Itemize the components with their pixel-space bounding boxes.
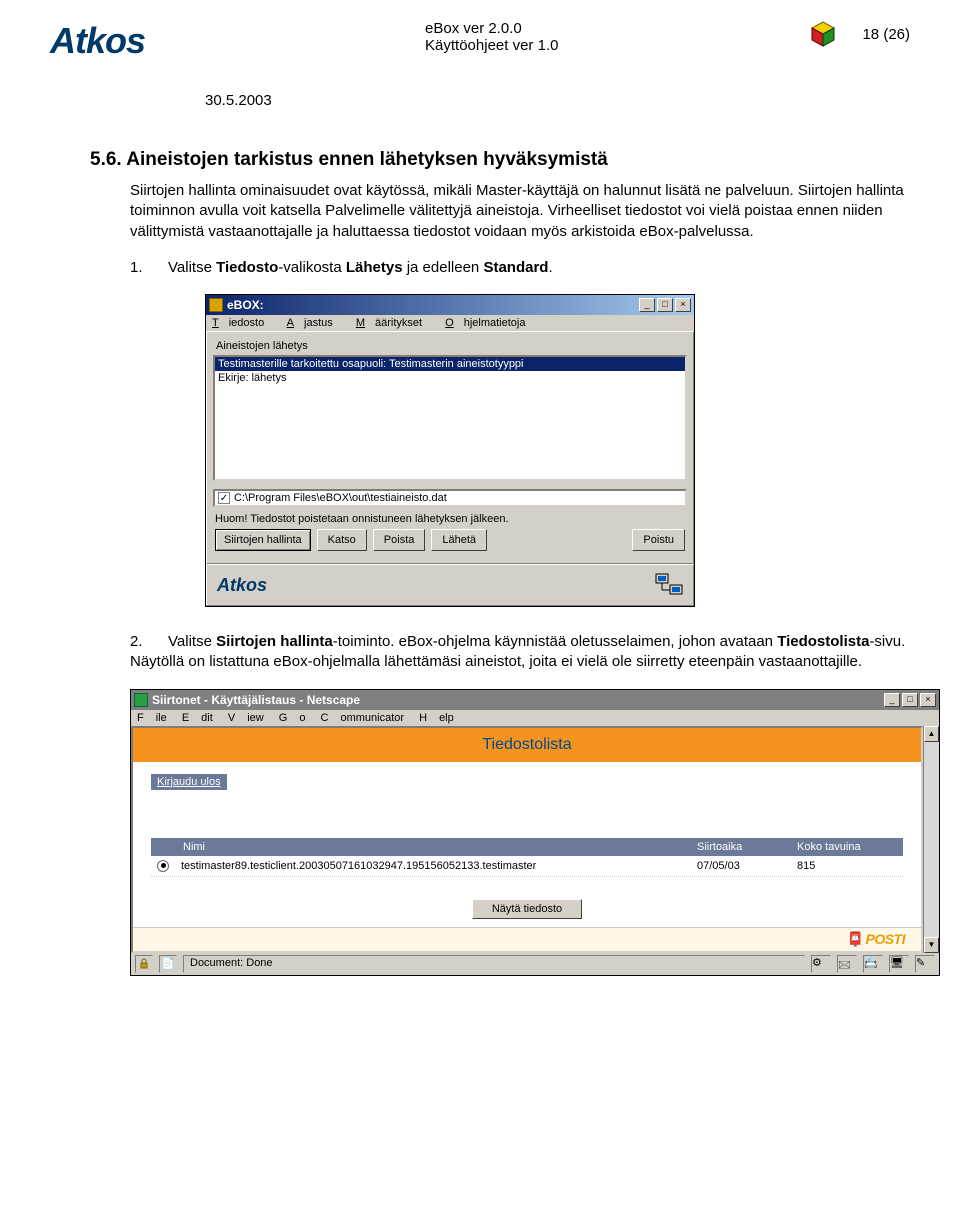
menu-view[interactable]: View	[228, 712, 264, 724]
page-header: Atkos eBox ver 2.0.0 Käyttöohjeet ver 1.…	[50, 20, 910, 62]
col-name: Nimi	[183, 841, 697, 853]
laheta-button[interactable]: Lähetä	[431, 529, 487, 551]
cell-name: testimaster89.testiclient.20030507161032…	[181, 860, 697, 872]
ebox-window: eBOX: _ □ × Tiedosto Ajastus Määritykset…	[205, 294, 695, 607]
scroll-up-icon[interactable]: ▲	[924, 726, 939, 742]
cell-date: 07/05/03	[697, 860, 797, 872]
header-right: 18 (26)	[809, 20, 910, 48]
page-heading: Tiedostolista	[133, 728, 921, 762]
ns-title: Siirtonet - Käyttäjälistaus - Netscape	[152, 693, 884, 707]
window-buttons: _ □ ×	[639, 298, 691, 312]
katso-button[interactable]: Katso	[317, 529, 367, 551]
ebox-footer: Atkos	[206, 564, 694, 606]
atkos-footer-logo: Atkos	[217, 575, 267, 596]
intro-paragraph: Siirtojen hallinta ominaisuudet ovat käy…	[130, 181, 910, 242]
status-ico-4: 🖥	[889, 955, 909, 973]
step-1: 1.Valitse Tiedosto-valikosta Lähetys ja …	[130, 258, 910, 278]
file-path: C:\Program Files\eBOX\out\testiaineisto.…	[234, 492, 447, 504]
menu-help[interactable]: Help	[419, 712, 454, 724]
file-checkbox[interactable]: ✓	[218, 492, 230, 504]
ebox-menubar: Tiedosto Ajastus Määritykset Ohjelmatiet…	[206, 315, 694, 331]
button-row: Siirtojen hallinta Katso Poista Lähetä P…	[213, 529, 687, 557]
menu-ajastus[interactable]: Ajastus	[287, 317, 343, 329]
maximize-button[interactable]: □	[902, 693, 918, 707]
security-icon	[135, 955, 153, 973]
status-icon: 📄	[159, 955, 177, 973]
network-icon	[655, 573, 683, 597]
col-size: Koko tavuina	[797, 841, 897, 853]
table-header: Nimi Siirtoaika Koko tavuina	[151, 838, 903, 856]
table-row[interactable]: testimaster89.testiclient.20030507161032…	[151, 856, 903, 877]
ebox-body: Aineistojen lähetys Testimasterille tark…	[206, 331, 694, 564]
ns-body: Kirjaudu ulos Nimi Siirtoaika Koko tavui…	[133, 762, 921, 927]
document-date: 30.5.2003	[205, 92, 910, 109]
siirtojen-hallinta-button[interactable]: Siirtojen hallinta	[215, 529, 311, 551]
poistu-button[interactable]: Poistu	[632, 529, 685, 551]
minimize-button[interactable]: _	[884, 693, 900, 707]
vertical-scrollbar[interactable]: ▲ ▼	[923, 726, 939, 953]
header-center: eBox ver 2.0.0 Käyttöohjeet ver 1.0	[425, 20, 809, 54]
cell-size: 815	[797, 860, 897, 872]
status-ico-1: ⚙	[811, 955, 831, 973]
menu-go[interactable]: Go	[279, 712, 306, 724]
menu-communicator[interactable]: Communicator	[321, 712, 405, 724]
manual-version: Käyttöohjeet ver 1.0	[425, 37, 809, 54]
close-button[interactable]: ×	[920, 693, 936, 707]
netscape-window: Siirtonet - Käyttäjälistaus - Netscape _…	[130, 689, 940, 976]
ebox-title: eBOX:	[227, 298, 639, 312]
step-2-number: 2.	[130, 632, 168, 652]
section-number: 5.6.	[90, 149, 122, 170]
minimize-button[interactable]: _	[639, 298, 655, 312]
menu-file[interactable]: File	[137, 712, 167, 724]
list-item[interactable]: Ekirje: lähetys	[215, 371, 685, 385]
ns-titlebar: Siirtonet - Käyttäjälistaus - Netscape _…	[131, 690, 939, 710]
step-1-number: 1.	[130, 258, 168, 278]
col-date: Siirtoaika	[697, 841, 797, 853]
status-ico-3: 📇	[863, 955, 883, 973]
ns-page: Tiedostolista Kirjaudu ulos Nimi Siirtoa…	[131, 726, 923, 953]
status-ico-5: ✎	[915, 955, 935, 973]
logo-text: Atkos	[50, 20, 145, 61]
scroll-down-icon[interactable]: ▼	[924, 937, 939, 953]
posti-footer: POSTI	[133, 927, 921, 951]
maximize-button[interactable]: □	[657, 298, 673, 312]
status-ico-2: 🖂	[837, 955, 857, 973]
ns-menubar: File Edit View Go Communicator Help	[131, 710, 939, 726]
warning-text: Huom! Tiedostot poistetaan onnistuneen l…	[215, 513, 685, 525]
posti-logo: POSTI	[847, 931, 905, 947]
logout-link[interactable]: Kirjaudu ulos	[151, 774, 227, 790]
ns-window-buttons: _ □ ×	[884, 693, 936, 707]
ebox-app-icon	[209, 298, 223, 312]
step-2: 2.Valitse Siirtojen hallinta-toiminto. e…	[130, 632, 910, 673]
menu-edit[interactable]: Edit	[182, 712, 213, 724]
product-version: eBox ver 2.0.0	[425, 20, 809, 37]
ebox-titlebar: eBOX: _ □ ×	[206, 295, 694, 315]
section-title: Aineistojen tarkistus ennen lähetyksen h…	[126, 149, 608, 170]
ns-content-area: Tiedostolista Kirjaudu ulos Nimi Siirtoa…	[131, 726, 939, 953]
logo: Atkos	[50, 20, 145, 62]
cube-icon	[809, 20, 837, 48]
show-file-button[interactable]: Näytä tiedosto	[472, 899, 582, 919]
page-number: 18 (26)	[862, 26, 910, 43]
menu-maaritykset[interactable]: Määritykset	[356, 317, 432, 329]
section-heading: 5.6. Aineistojen tarkistus ennen lähetyk…	[90, 149, 910, 171]
material-listbox[interactable]: Testimasterille tarkoitettu osapuoli: Te…	[213, 355, 687, 481]
menu-ohjelmatietoja[interactable]: Ohjelmatietoja	[445, 317, 535, 329]
close-button[interactable]: ×	[675, 298, 691, 312]
list-label: Aineistojen lähetys	[216, 340, 684, 352]
menu-tiedosto[interactable]: Tiedosto	[212, 317, 274, 329]
poista-button[interactable]: Poista	[373, 529, 426, 551]
file-row: ✓ C:\Program Files\eBOX\out\testiaineist…	[213, 489, 687, 507]
netscape-icon	[134, 693, 148, 707]
file-table: Nimi Siirtoaika Koko tavuina testimaster…	[151, 838, 903, 877]
list-item[interactable]: Testimasterille tarkoitettu osapuoli: Te…	[215, 357, 685, 371]
status-text: Document: Done	[183, 955, 805, 973]
ns-statusbar: 📄 Document: Done ⚙ 🖂 📇 🖥 ✎	[131, 953, 939, 975]
row-radio[interactable]	[157, 860, 169, 872]
